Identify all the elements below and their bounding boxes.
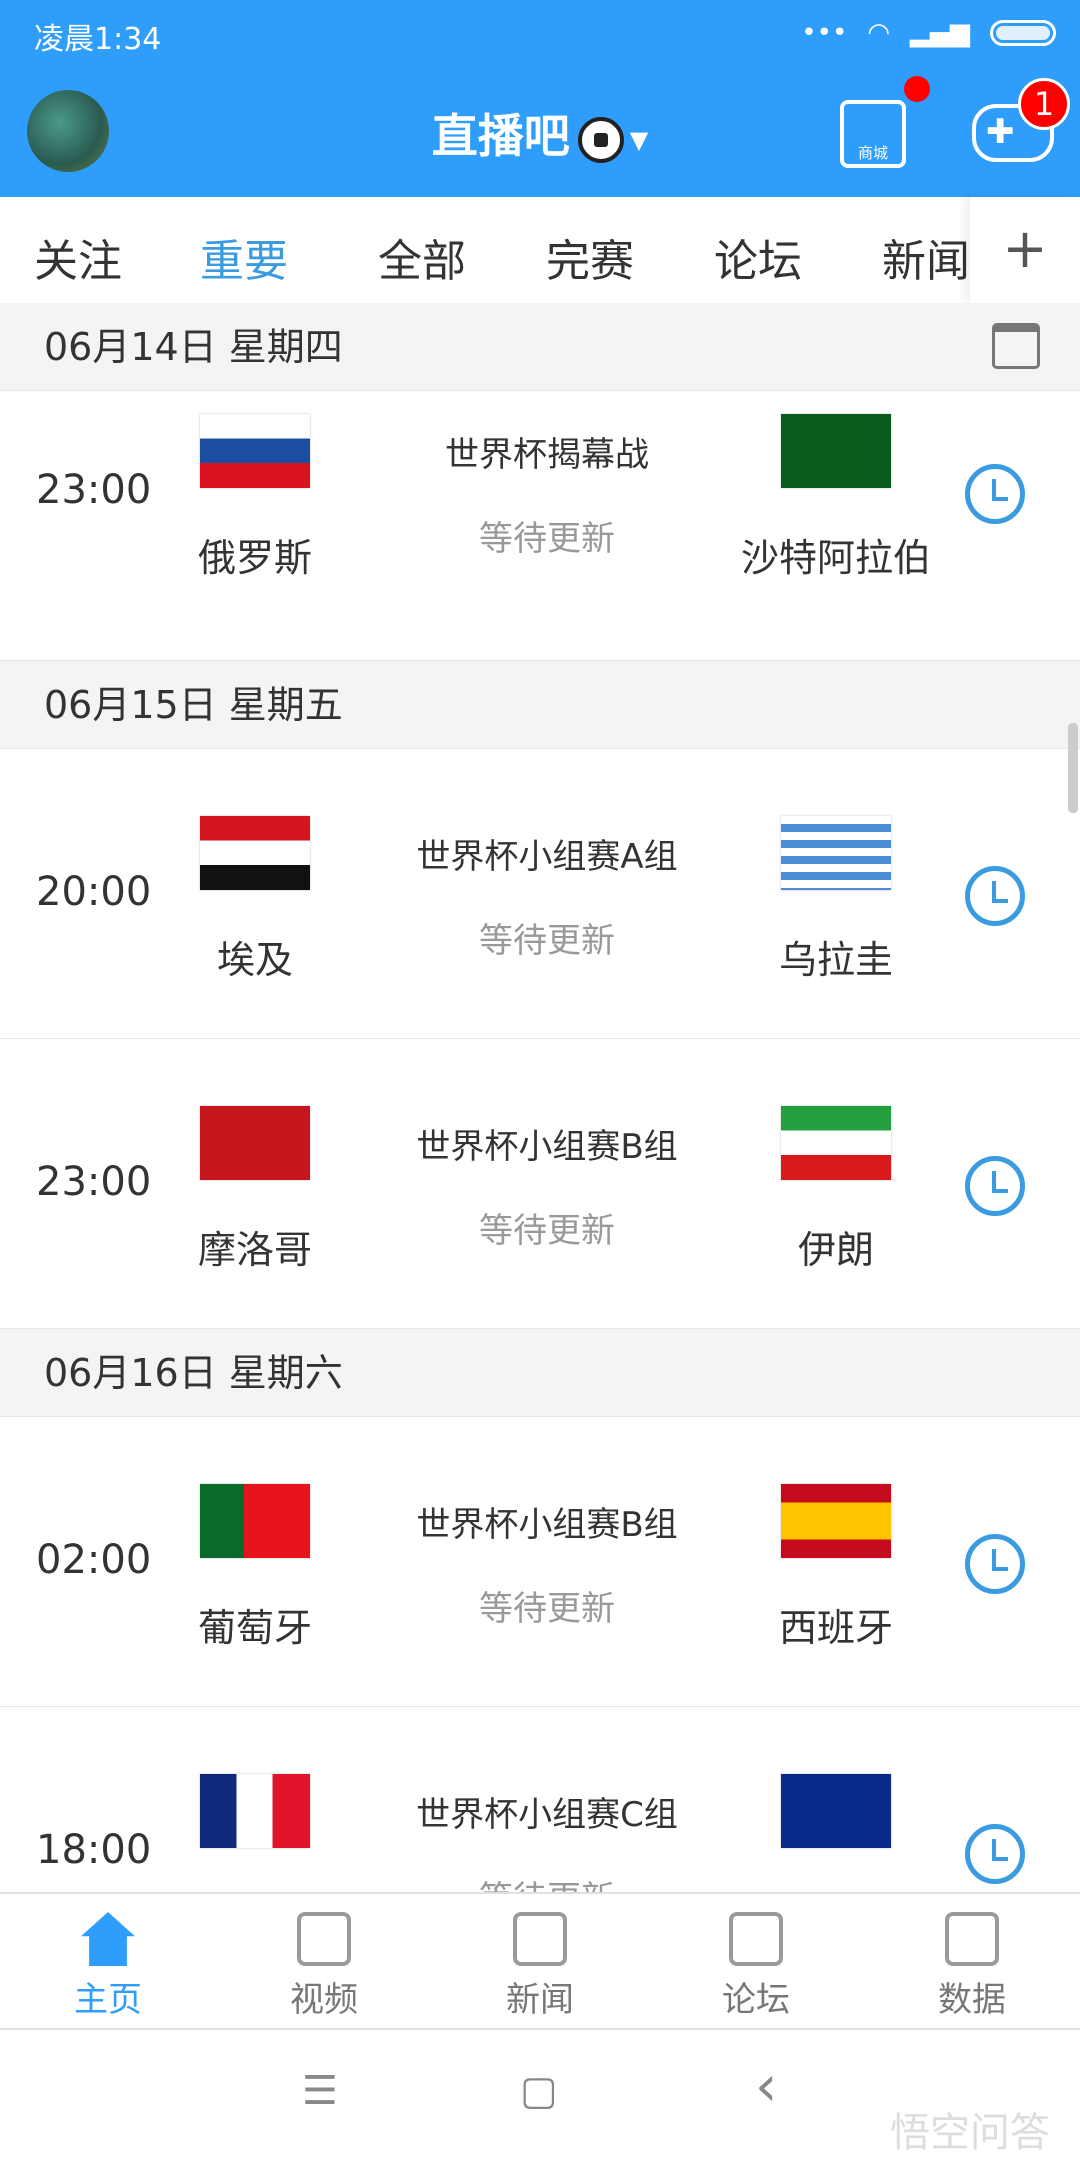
home-icon bbox=[81, 1912, 135, 1966]
match-time: 23:00 bbox=[36, 467, 152, 513]
signal-icon: ▂▄▆ bbox=[910, 18, 970, 48]
newspaper-icon bbox=[513, 1912, 567, 1966]
nav-video[interactable]: 视频 bbox=[216, 1894, 432, 2030]
match-time: 20:00 bbox=[36, 869, 152, 915]
nav-news[interactable]: 新闻 bbox=[432, 1894, 648, 2030]
match-status: 等待更新 bbox=[479, 921, 615, 961]
scrollbar[interactable] bbox=[1068, 723, 1078, 813]
app-title: 直播吧 bbox=[431, 109, 570, 163]
match-row[interactable]: 18:00 法国 世界杯小组赛C组 等待更新 澳大利亚 bbox=[0, 1707, 1080, 1892]
tab-news[interactable]: 新闻 bbox=[882, 225, 970, 289]
alarm-icon[interactable] bbox=[965, 464, 1025, 524]
match-event: 世界杯小组赛B组 bbox=[416, 1127, 678, 1167]
match-row[interactable]: 20:00 埃及 世界杯小组赛A组 等待更新 乌拉圭 bbox=[0, 749, 1080, 1039]
home-team: 摩洛哥 bbox=[197, 1228, 312, 1272]
match-time: 23:00 bbox=[36, 1159, 152, 1205]
nav-home[interactable]: 主页 bbox=[0, 1894, 216, 2030]
match-row[interactable]: 23:00 摩洛哥 世界杯小组赛B组 等待更新 伊朗 bbox=[0, 1039, 1080, 1329]
nav-label: 视频 bbox=[290, 1980, 358, 2020]
home-flag bbox=[200, 816, 310, 890]
back-button[interactable]: ‹ bbox=[755, 2054, 777, 2119]
match-time: 02:00 bbox=[36, 1537, 152, 1583]
tab-finished[interactable]: 完赛 bbox=[546, 225, 634, 289]
status-time: 凌晨1:34 bbox=[34, 22, 162, 57]
status-icons: ••• ◠ ▂▄▆ bbox=[801, 18, 1056, 48]
game-badge: 1 bbox=[1018, 78, 1070, 130]
nav-label: 论坛 bbox=[722, 1980, 790, 2020]
tab-all[interactable]: 全部 bbox=[378, 225, 466, 289]
away-team: 西班牙 bbox=[778, 1606, 893, 1650]
nav-data[interactable]: 数据 bbox=[864, 1894, 1080, 2030]
nav-label: 主页 bbox=[74, 1980, 142, 2020]
match-list[interactable]: 06月14日 星期四 23:00 俄罗斯 世界杯揭幕战 等待更新 沙特阿拉伯 06… bbox=[0, 303, 1080, 1892]
nav-label: 数据 bbox=[938, 1980, 1006, 2020]
match-status: 等待更新 bbox=[367, 1871, 727, 1892]
nav-label: 新闻 bbox=[506, 1980, 574, 2020]
match-row[interactable]: 23:00 俄罗斯 世界杯揭幕战 等待更新 沙特阿拉伯 bbox=[0, 391, 1080, 661]
match-event: 世界杯揭幕战 bbox=[445, 435, 649, 475]
alarm-icon[interactable] bbox=[965, 1824, 1025, 1884]
nav-forum[interactable]: 论坛 bbox=[648, 1894, 864, 2030]
watermark: 悟空问答 bbox=[890, 2110, 1050, 2156]
add-tab-button[interactable]: + bbox=[970, 197, 1080, 303]
match-event: 世界杯小组赛A组 bbox=[416, 837, 678, 877]
notification-dot bbox=[904, 76, 930, 102]
menu-button[interactable]: ☰ bbox=[302, 2068, 338, 2114]
home-team: 俄罗斯 bbox=[197, 536, 312, 580]
date-header: 06月16日 星期六 bbox=[0, 1329, 1080, 1417]
chat-icon bbox=[729, 1912, 783, 1966]
home-flag bbox=[200, 414, 310, 488]
alarm-icon[interactable] bbox=[965, 1534, 1025, 1594]
app-header: 凌晨1:34 ••• ◠ ▂▄▆ 直播吧 ▼ 商城 ✚ 1 bbox=[0, 0, 1080, 197]
tab-follow[interactable]: 关注 bbox=[34, 225, 122, 289]
dots-icon: ••• bbox=[801, 18, 848, 48]
home-team: 葡萄牙 bbox=[197, 1606, 312, 1650]
calendar-icon[interactable] bbox=[992, 323, 1040, 369]
home-flag bbox=[200, 1106, 310, 1180]
match-event: 世界杯小组赛B组 bbox=[416, 1505, 678, 1545]
bottom-nav: 主页 视频 新闻 论坛 数据 bbox=[0, 1892, 1080, 2030]
home-button[interactable]: ▢ bbox=[520, 2068, 558, 2114]
match-status: 等待更新 bbox=[479, 519, 615, 559]
wifi-icon: ◠ bbox=[867, 18, 890, 48]
match-time: 18:00 bbox=[36, 1827, 152, 1873]
battery-icon bbox=[990, 20, 1056, 46]
date-label: 06月14日 星期四 bbox=[44, 325, 343, 369]
date-header: 06月15日 星期五 bbox=[0, 661, 1080, 749]
date-header: 06月14日 星期四 bbox=[0, 303, 1080, 391]
play-icon bbox=[297, 1912, 351, 1966]
list-icon bbox=[945, 1912, 999, 1966]
tab-forum[interactable]: 论坛 bbox=[714, 225, 802, 289]
tab-important[interactable]: 重要 bbox=[200, 225, 288, 289]
category-tabs: 关注 重要 全部 完赛 论坛 新闻 + bbox=[0, 197, 1080, 303]
match-row[interactable]: 02:00 葡萄牙 世界杯小组赛B组 等待更新 西班牙 bbox=[0, 1417, 1080, 1707]
date-label: 06月15日 星期五 bbox=[44, 683, 343, 727]
match-status: 等待更新 bbox=[479, 1589, 615, 1629]
match-status: 等待更新 bbox=[479, 1211, 615, 1251]
match-event: 世界杯小组赛C组 bbox=[416, 1795, 678, 1835]
home-flag bbox=[200, 1484, 310, 1558]
away-team: 沙特阿拉伯 bbox=[740, 536, 931, 580]
alarm-icon[interactable] bbox=[965, 866, 1025, 926]
home-flag bbox=[200, 1774, 310, 1848]
away-flag bbox=[781, 816, 891, 890]
shop-button[interactable]: 商城 bbox=[840, 100, 906, 168]
date-label: 06月16日 星期六 bbox=[44, 1351, 343, 1395]
alarm-icon[interactable] bbox=[965, 1156, 1025, 1216]
caret-down-icon: ▼ bbox=[629, 125, 649, 154]
shop-label: 商城 bbox=[857, 144, 888, 162]
away-flag bbox=[781, 414, 891, 488]
home-team: 埃及 bbox=[216, 938, 293, 982]
away-team: 伊朗 bbox=[797, 1228, 874, 1272]
away-flag bbox=[781, 1106, 891, 1180]
away-team: 乌拉圭 bbox=[778, 938, 893, 982]
away-flag bbox=[781, 1484, 891, 1558]
away-flag bbox=[781, 1774, 891, 1848]
soccer-ball-icon bbox=[577, 116, 624, 163]
app-title-dropdown[interactable]: 直播吧 ▼ bbox=[0, 100, 1080, 166]
